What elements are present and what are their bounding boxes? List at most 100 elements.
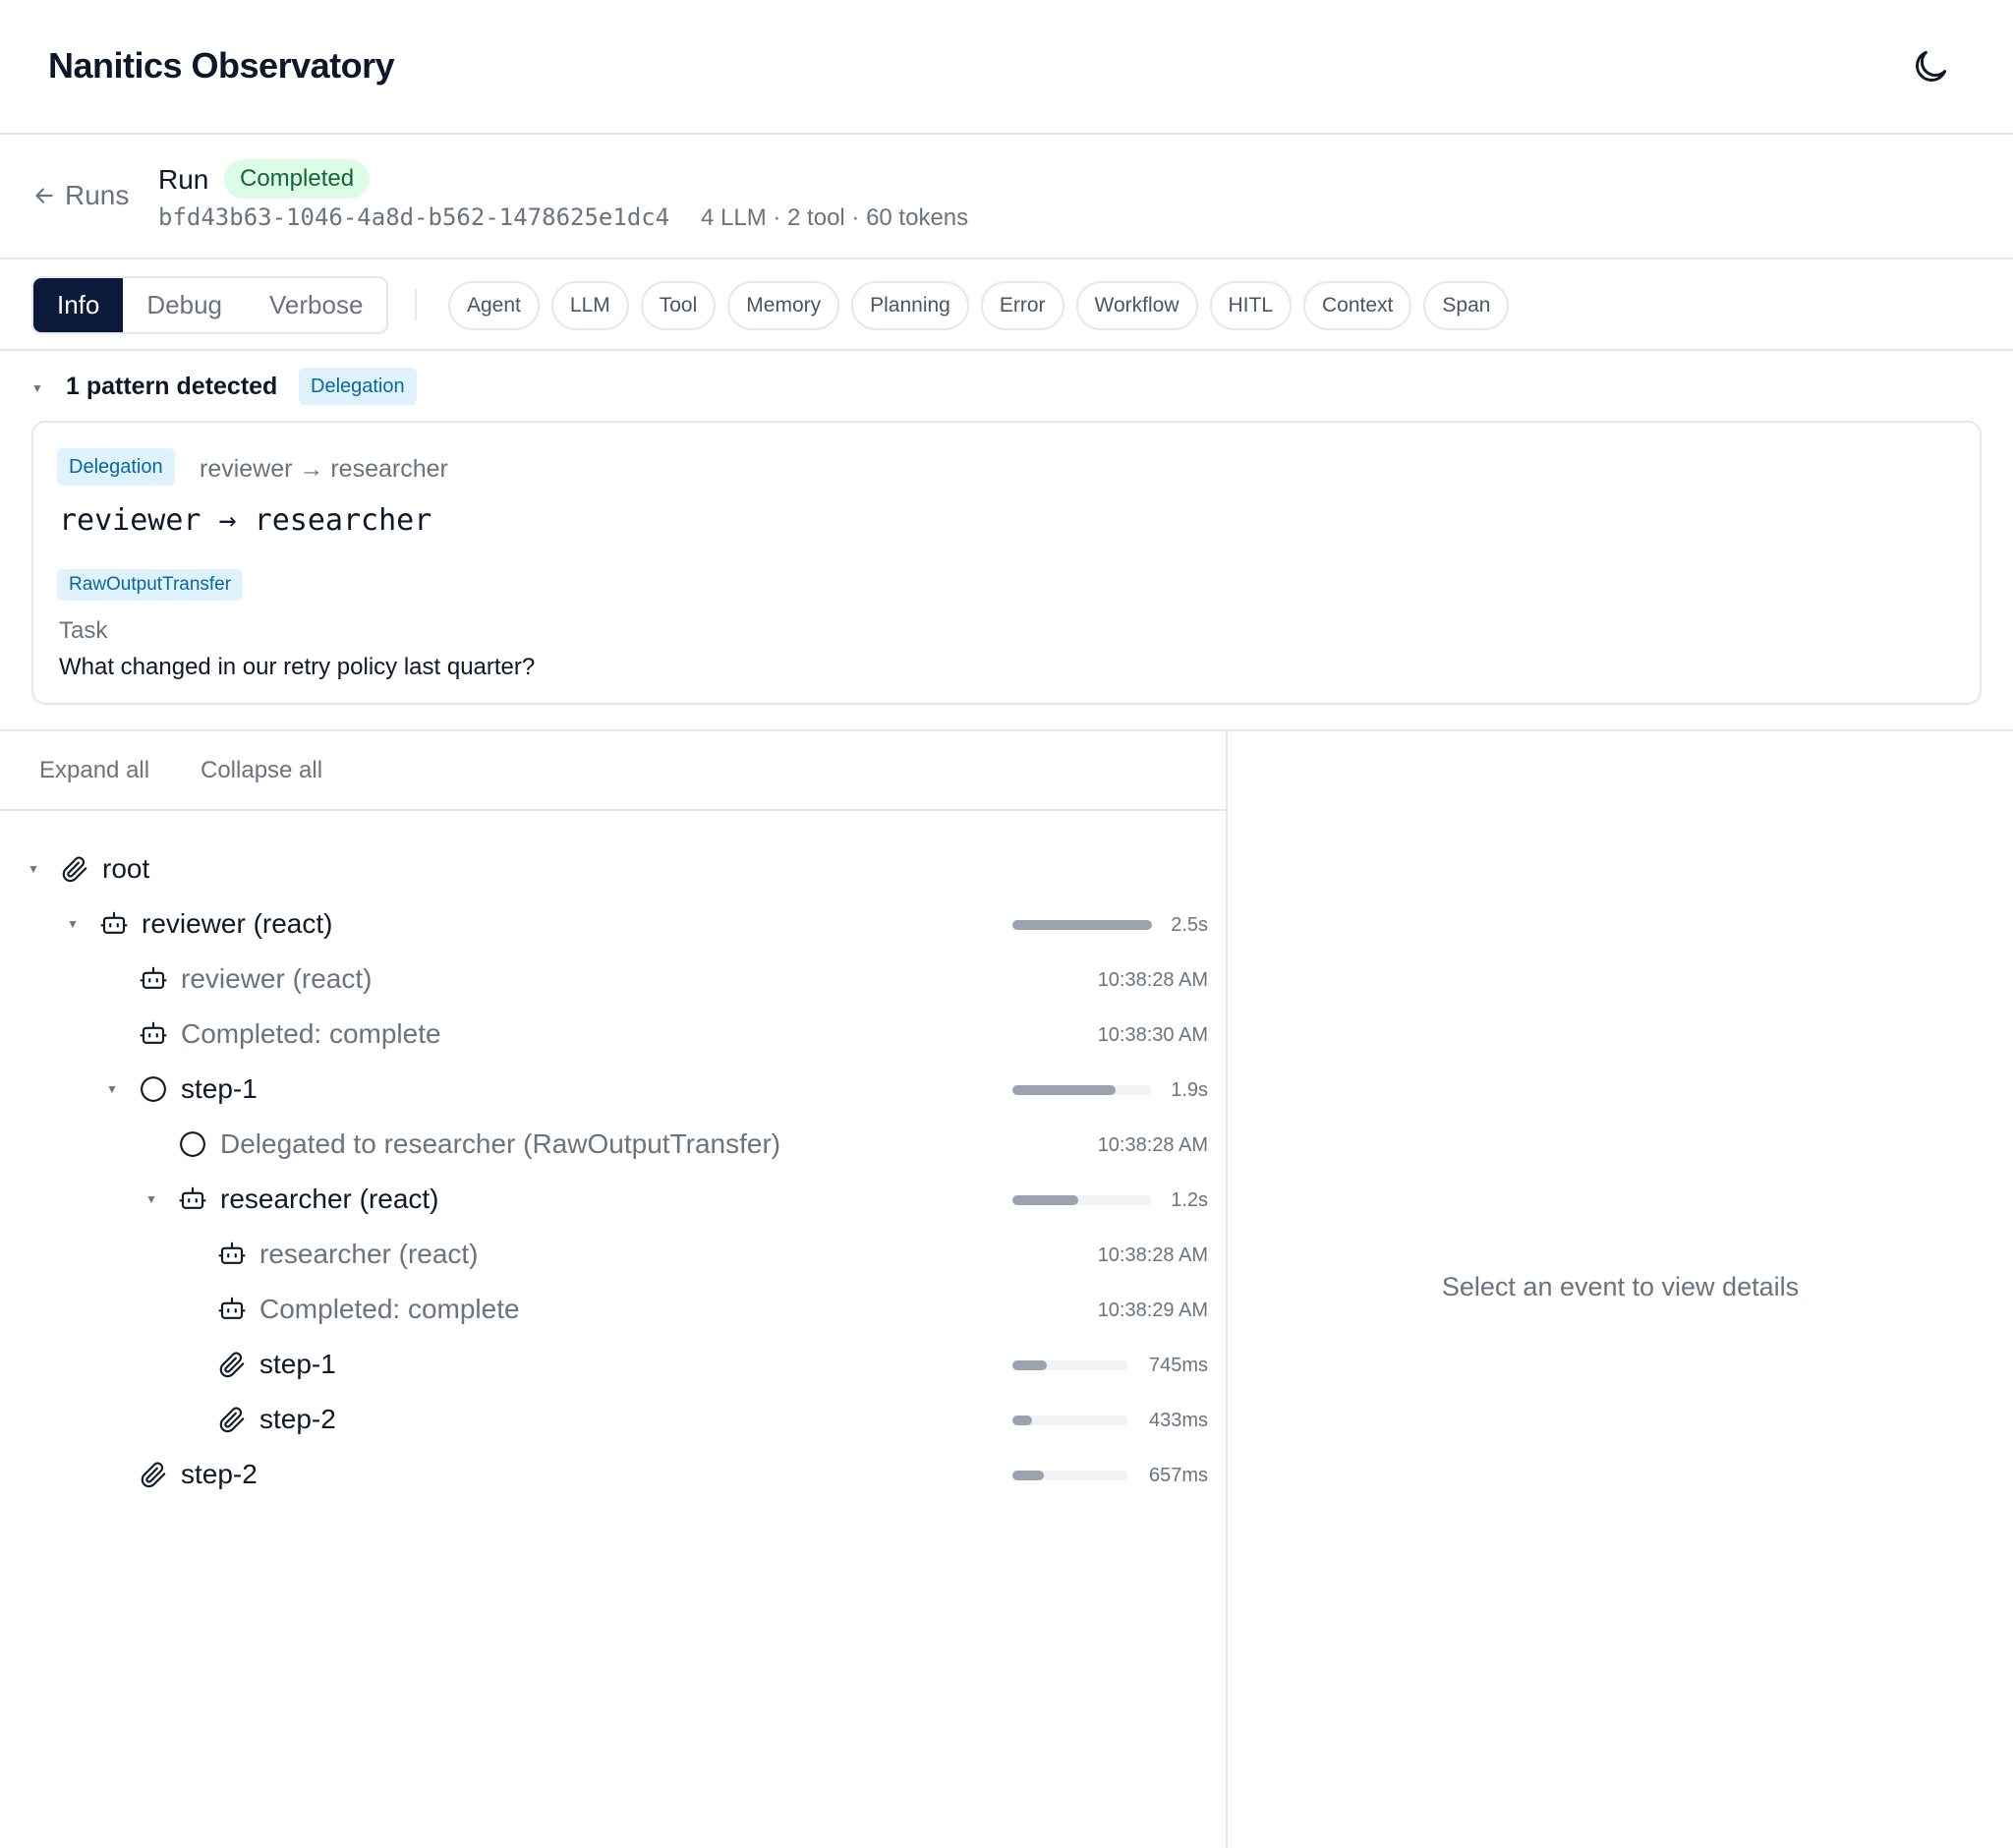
duration-bar-fill <box>1012 920 1152 930</box>
pattern-route: reviewer → researcher <box>200 455 448 483</box>
duration-bar <box>1012 1360 1128 1370</box>
level-debug-button[interactable]: Debug <box>123 278 246 332</box>
details-empty-state: Select an event to view details <box>1441 1272 1800 1301</box>
patterns-title: 1 pattern detected <box>66 373 278 400</box>
tree-row[interactable]: ▼ reviewer (react) 2.5s <box>0 895 1226 951</box>
span-duration: 745ms <box>1148 1355 1208 1376</box>
duration-bar-fill <box>1012 1195 1078 1205</box>
paperclip-icon <box>139 1460 168 1489</box>
collapse-all-button[interactable]: Collapse all <box>201 757 322 784</box>
arrow-left-icon <box>35 188 53 203</box>
tree-row-label: step-1 <box>259 1349 336 1379</box>
filter-chip-error[interactable]: Error <box>980 281 1064 330</box>
robot-icon <box>139 964 168 994</box>
robot-icon <box>99 909 129 939</box>
patterns-collapse-toggle[interactable]: ▼ <box>31 381 43 395</box>
circle-icon <box>178 1129 207 1159</box>
run-stats: 4 LLM · 2 tool · 60 tokens <box>701 204 969 231</box>
expand-caret-icon[interactable]: ▼ <box>145 1192 157 1206</box>
tree-row[interactable]: ▼ root <box>0 840 1226 895</box>
tree-row-label: Completed: complete <box>181 1018 441 1049</box>
duration-bar <box>1012 1195 1152 1205</box>
pattern-card-tag: Delegation <box>57 448 175 486</box>
level-verbose-button[interactable]: Verbose <box>246 278 386 332</box>
filter-chip-span[interactable]: Span <box>1423 281 1510 330</box>
event-tree-panel: Expand all Collapse all ▼ root ▼ reviewer (… <box>0 731 1226 1848</box>
span-duration: 1.9s <box>1171 1079 1208 1101</box>
filter-chip-memory[interactable]: Memory <box>727 281 840 330</box>
app-header: Nanitics Observatory <box>0 0 2013 135</box>
tree-row-label: root <box>102 853 150 884</box>
tree-row-label: step-1 <box>181 1073 258 1104</box>
span-duration: 433ms <box>1148 1410 1208 1431</box>
tree-row[interactable]: reviewer (react) 10:38:28 AM <box>0 951 1226 1006</box>
event-timestamp: 10:38:30 AM <box>1097 1024 1208 1046</box>
event-timestamp: 10:38:29 AM <box>1097 1299 1208 1321</box>
tree-row[interactable]: step-2 657ms <box>0 1446 1226 1501</box>
filter-chip-planning[interactable]: Planning <box>851 281 969 330</box>
tree-row[interactable]: ▼ step-1 1.9s <box>0 1061 1226 1116</box>
tree-row[interactable]: step-1 745ms <box>0 1336 1226 1391</box>
paperclip-icon <box>60 854 89 884</box>
log-level-toggle: Info Debug Verbose <box>31 276 389 334</box>
run-header: Runs Run Completed bfd43b63-1046-4a8d-b5… <box>0 135 2013 260</box>
expand-caret-icon[interactable]: ▼ <box>67 917 79 931</box>
filter-chip-llm[interactable]: LLM <box>550 281 629 330</box>
app-title: Nanitics Observatory <box>48 45 395 86</box>
tree-row-label: researcher (react) <box>259 1239 479 1269</box>
duration-bar-fill <box>1012 1471 1044 1480</box>
span-duration: 657ms <box>1148 1465 1208 1486</box>
robot-icon <box>217 1295 247 1324</box>
moon-icon[interactable] <box>1909 45 1952 88</box>
tree-row-label: Delegated to researcher (RawOutputTransf… <box>220 1128 781 1159</box>
event-timestamp: 10:38:28 AM <box>1097 1134 1208 1156</box>
circle-icon <box>139 1074 168 1104</box>
robot-icon <box>139 1019 168 1049</box>
tree-row-label: step-2 <box>259 1404 336 1434</box>
run-id: bfd43b63-1046-4a8d-b562-1478625e1dc4 <box>158 203 670 231</box>
tree-row[interactable]: researcher (react) 10:38:28 AM <box>0 1226 1226 1281</box>
back-label: Runs <box>65 180 130 210</box>
tree-toolbar: Expand all Collapse all <box>0 731 1226 811</box>
tree-row[interactable]: Delegated to researcher (RawOutputTransf… <box>0 1116 1226 1171</box>
tree-row[interactable]: step-2 433ms <box>0 1391 1226 1446</box>
duration-bar <box>1012 1085 1152 1095</box>
robot-icon <box>178 1184 207 1214</box>
expand-caret-icon[interactable]: ▼ <box>106 1082 118 1096</box>
duration-bar <box>1012 1415 1128 1425</box>
transfer-tag: RawOutputTransfer <box>57 569 244 601</box>
span-duration: 2.5s <box>1171 914 1208 936</box>
tree-row[interactable]: ▼ researcher (react) 1.2s <box>0 1171 1226 1226</box>
filter-chip-agent[interactable]: Agent <box>448 281 540 330</box>
expand-caret-icon[interactable]: ▼ <box>28 862 39 876</box>
filter-bar: Info Debug Verbose Agent LLM Tool Memory Plann… <box>0 260 2013 351</box>
tree-row-label: Completed: complete <box>259 1294 520 1324</box>
duration-bar <box>1012 920 1152 930</box>
task-label: Task <box>59 617 108 644</box>
back-to-runs-link[interactable]: Runs <box>31 180 129 211</box>
patterns-header: ▼ 1 pattern detected Delegation <box>0 351 2013 420</box>
paperclip-icon <box>217 1405 247 1434</box>
pattern-tag: Delegation <box>299 368 417 405</box>
filter-chip-workflow[interactable]: Workflow <box>1075 281 1198 330</box>
duration-bar-fill <box>1012 1415 1032 1425</box>
filter-divider <box>415 289 417 320</box>
event-details-panel: Select an event to view details <box>1228 731 2013 1848</box>
filter-chip-context[interactable]: Context <box>1303 281 1412 330</box>
event-timestamp: 10:38:28 AM <box>1097 969 1208 991</box>
tree-row[interactable]: Completed: complete 10:38:29 AM <box>0 1281 1226 1336</box>
filter-chip-tool[interactable]: Tool <box>640 281 717 330</box>
pattern-route-mono: reviewer → researcher <box>59 503 432 538</box>
event-timestamp: 10:38:28 AM <box>1097 1244 1208 1266</box>
status-badge: Completed <box>224 159 371 199</box>
tree-row[interactable]: Completed: complete 10:38:30 AM <box>0 1006 1226 1061</box>
task-value: What changed in our retry policy last qu… <box>59 654 536 680</box>
level-info-button[interactable]: Info <box>33 278 124 332</box>
pattern-card[interactable]: Delegation reviewer → researcher reviewe… <box>31 421 1982 705</box>
duration-bar-fill <box>1012 1360 1047 1370</box>
robot-icon <box>217 1240 247 1269</box>
duration-bar-fill <box>1012 1085 1116 1095</box>
filter-chip-hitl[interactable]: HITL <box>1209 281 1293 330</box>
expand-all-button[interactable]: Expand all <box>39 757 149 784</box>
duration-bar <box>1012 1471 1128 1480</box>
